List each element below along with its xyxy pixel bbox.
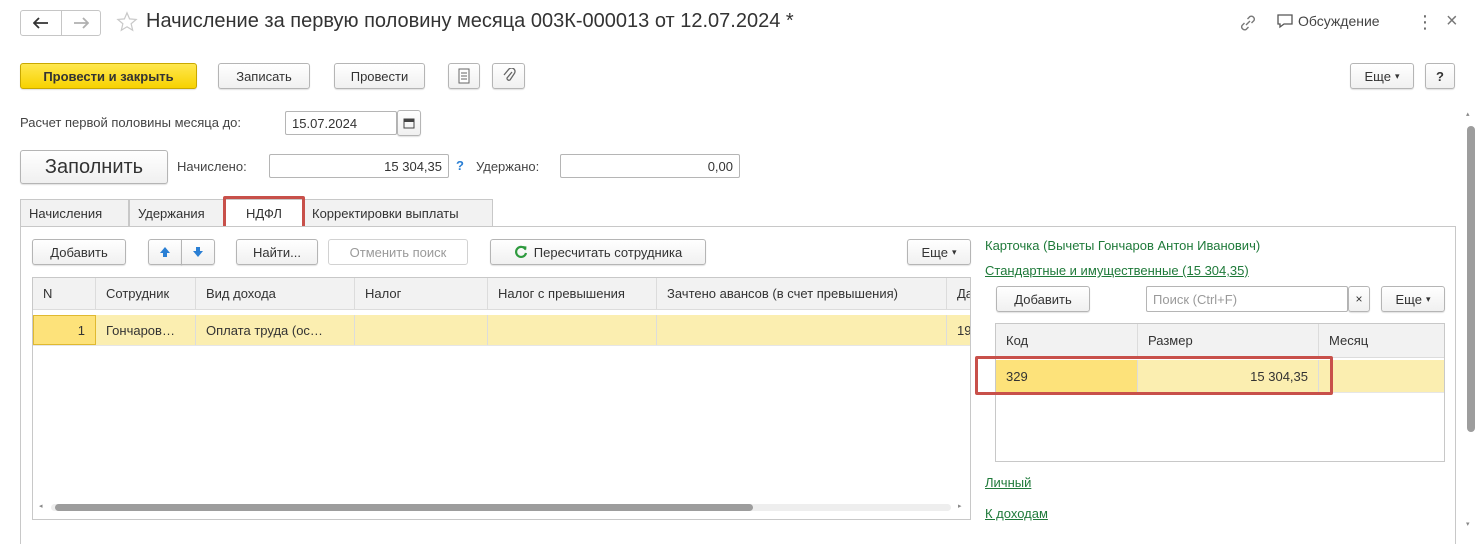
col-header-employee[interactable]: Сотрудник xyxy=(96,278,196,309)
close-icon[interactable]: × xyxy=(1446,10,1458,33)
horizontal-scrollbar-thumb[interactable] xyxy=(55,504,753,511)
page-title: Начисление за первую половину месяца 003… xyxy=(146,10,794,32)
footer-cut-text xyxy=(32,534,392,544)
ndfl-more-button[interactable]: Еще ▾ xyxy=(907,239,971,265)
ndfl-add-button[interactable]: Добавить xyxy=(32,239,126,265)
more-label: Еще xyxy=(1364,68,1391,84)
deduction-add-button[interactable]: Добавить xyxy=(996,286,1090,312)
more-vertical-icon[interactable]: ⋮ xyxy=(1416,12,1434,33)
post-button[interactable]: Провести xyxy=(334,63,425,89)
cell-tax[interactable] xyxy=(355,315,488,345)
ndfl-table-header: N Сотрудник Вид дохода Налог Налог с пре… xyxy=(33,278,970,310)
tab-payment-corrections[interactable]: Корректировки выплаты xyxy=(303,199,493,226)
calc-label: Расчет первой половины месяца до: xyxy=(20,115,241,130)
col-header-month[interactable]: Месяц xyxy=(1319,324,1444,357)
back-button[interactable] xyxy=(20,10,62,36)
col-header-income-type[interactable]: Вид дохода xyxy=(196,278,355,309)
accrued-label: Начислено: xyxy=(177,159,247,174)
forward-button[interactable] xyxy=(61,10,101,36)
chevron-down-icon: ▾ xyxy=(951,246,957,257)
deduction-search-input[interactable]: Поиск (Ctrl+F) xyxy=(1146,286,1348,312)
find-button[interactable]: Найти... xyxy=(236,239,318,265)
arrow-down-icon xyxy=(193,247,203,257)
link-icon[interactable] xyxy=(1238,13,1258,36)
discussion-label: Обсуждение xyxy=(1298,13,1380,29)
cell-date[interactable]: 19 xyxy=(947,315,970,345)
standard-deductions-link[interactable]: Стандартные и имущественные (15 304,35) xyxy=(985,263,1249,278)
paperclip-icon xyxy=(503,68,516,81)
scroll-right-arrow[interactable]: ▸ xyxy=(958,502,962,510)
to-income-link[interactable]: К доходам xyxy=(985,506,1048,521)
ndfl-more-label: Еще xyxy=(921,244,948,260)
help-button[interactable]: ? xyxy=(1425,63,1455,89)
calendar-button[interactable] xyxy=(397,110,421,136)
tab-accruals[interactable]: Начисления xyxy=(20,199,129,226)
search-placeholder: Поиск (Ctrl+F) xyxy=(1153,291,1238,307)
card-title: Карточка (Вычеты Гончаров Антон Иванович… xyxy=(985,238,1261,253)
move-up-button[interactable] xyxy=(148,239,182,265)
cell-amount[interactable]: 15 304,35 xyxy=(1138,360,1319,392)
cell-month[interactable] xyxy=(1319,360,1444,392)
arrow-right-icon xyxy=(74,17,89,29)
tab-deductions[interactable]: Удержания xyxy=(129,199,225,226)
scroll-down-arrow[interactable]: ▾ xyxy=(1466,520,1470,528)
title-bar: Начисление за первую половину месяца 003… xyxy=(0,0,1478,46)
cell-code[interactable]: 329 xyxy=(996,360,1138,392)
table-row[interactable]: 329 15 304,35 xyxy=(996,360,1444,393)
col-header-tax-excess[interactable]: Налог с превышения xyxy=(488,278,657,309)
tab-ndfl[interactable]: НДФЛ xyxy=(225,199,303,226)
scroll-up-arrow[interactable]: ▴ xyxy=(1466,110,1470,118)
deduction-more-label: Еще xyxy=(1395,291,1422,307)
col-header-date[interactable]: Да xyxy=(947,278,970,309)
table-row[interactable]: 1 Гончаров… Оплата труда (ос… 19 xyxy=(33,315,970,346)
col-header-amount[interactable]: Размер xyxy=(1138,324,1319,357)
refresh-icon xyxy=(514,245,527,258)
cell-tax-excess[interactable] xyxy=(488,315,657,345)
accrued-value: 15 304,35 xyxy=(384,158,442,174)
vertical-scrollbar-thumb[interactable] xyxy=(1467,126,1475,432)
col-header-advances[interactable]: Зачтено авансов (в счет превышения) xyxy=(657,278,947,309)
cell-income-type[interactable]: Оплата труда (ос… xyxy=(196,315,355,345)
ndfl-table: N Сотрудник Вид дохода Налог Налог с пре… xyxy=(32,277,971,520)
save-button[interactable]: Записать xyxy=(218,63,310,89)
chevron-down-icon: ▾ xyxy=(1394,70,1400,81)
fill-button[interactable]: Заполнить xyxy=(20,150,168,184)
accrued-field: 15 304,35 xyxy=(269,154,449,178)
search-clear-button[interactable]: × xyxy=(1348,286,1370,312)
scroll-left-arrow[interactable]: ◂ xyxy=(39,502,43,510)
personal-link[interactable]: Личный xyxy=(985,475,1031,490)
col-header-n[interactable]: N xyxy=(33,278,96,309)
withheld-field: 0,00 xyxy=(560,154,740,178)
discussion-button[interactable]: Обсуждение xyxy=(1276,13,1380,29)
deductions-table: Код Размер Месяц 329 15 304,35 xyxy=(995,323,1445,462)
move-down-button[interactable] xyxy=(181,239,215,265)
accrued-help-icon[interactable]: ? xyxy=(456,158,464,173)
more-button[interactable]: Еще ▾ xyxy=(1350,63,1414,89)
withheld-value: 0,00 xyxy=(707,158,733,174)
cell-employee[interactable]: Гончаров… xyxy=(96,315,196,345)
col-header-tax[interactable]: Налог xyxy=(355,278,488,309)
cell-n[interactable]: 1 xyxy=(33,315,96,345)
chat-icon xyxy=(1277,14,1293,29)
document-icon xyxy=(458,68,470,84)
calc-date-field[interactable]: 15.07.2024 xyxy=(285,111,397,135)
col-header-code[interactable]: Код xyxy=(996,324,1138,357)
attach-button[interactable] xyxy=(492,63,525,89)
chevron-down-icon: ▾ xyxy=(1425,293,1431,304)
recalc-employee-button[interactable]: Пересчитать сотрудника xyxy=(490,239,706,265)
withheld-label: Удержано: xyxy=(476,159,540,174)
cancel-search-button[interactable]: Отменить поиск xyxy=(328,239,468,265)
post-and-close-button[interactable]: Провести и закрыть xyxy=(20,63,197,89)
calendar-icon xyxy=(403,118,415,129)
deduction-more-button[interactable]: Еще ▾ xyxy=(1381,286,1445,312)
arrow-up-icon xyxy=(160,247,170,257)
deductions-table-header: Код Размер Месяц xyxy=(996,324,1444,358)
recalc-label: Пересчитать сотрудника xyxy=(533,244,683,260)
arrow-left-icon xyxy=(33,17,48,29)
favorite-star-icon[interactable] xyxy=(116,11,138,36)
document-print-button[interactable] xyxy=(448,63,480,89)
cell-advances[interactable] xyxy=(657,315,947,345)
